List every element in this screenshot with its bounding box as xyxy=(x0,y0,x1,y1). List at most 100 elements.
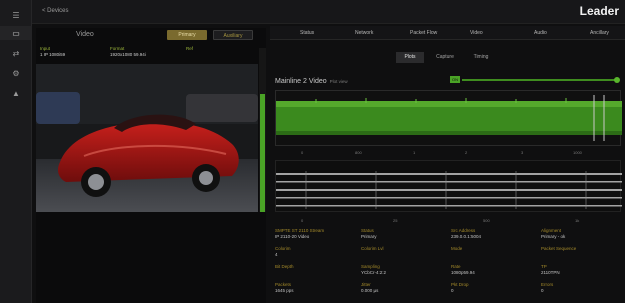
tab-ancillary[interactable]: Ancillary xyxy=(590,30,609,36)
stat-label: Mode xyxy=(451,246,463,251)
stat-value: 1645 pps xyxy=(275,288,294,293)
section-tabs: Status Network Packet Flow Video Audio A… xyxy=(270,26,625,40)
meta-label: Input xyxy=(40,46,51,51)
tab-packet-flow[interactable]: Packet Flow xyxy=(410,30,437,36)
stat-label: Sampling xyxy=(361,264,380,269)
tick-label: 500 xyxy=(483,218,490,223)
stat-value: Primary xyxy=(361,234,377,239)
subtab-timing[interactable]: Timing xyxy=(466,52,496,63)
tick-label: 1000 xyxy=(573,150,582,155)
tick-label: 1 xyxy=(413,150,416,155)
stat-value: YCbCr-4:2:2 xyxy=(361,270,387,275)
waveform-x-ticks: 0 800 1 2 3 1000 xyxy=(275,150,621,158)
level-meter-fill xyxy=(260,93,265,212)
stat-item: Packet Sequence xyxy=(541,246,576,252)
warning-icon[interactable]: ▲ xyxy=(0,86,32,100)
waveform-plot xyxy=(276,95,622,141)
meta-label: Ref xyxy=(186,46,194,51)
stat-item: Status Primary xyxy=(361,228,377,239)
stat-label: Alignment xyxy=(541,228,562,233)
timing-trace xyxy=(275,160,622,212)
stat-item: Errors 0 xyxy=(541,282,553,293)
meta-label: Format xyxy=(110,46,125,51)
tick-label: 1k xyxy=(575,218,580,223)
stat-item: Packets 1645 pps xyxy=(275,282,294,293)
trace-x-ticks: 0 25 500 1k xyxy=(275,218,621,226)
car-picture xyxy=(36,64,258,212)
tick-label: 0 xyxy=(301,150,304,155)
stat-label: Colorim Lvl xyxy=(361,246,384,251)
stat-item: Bit Depth xyxy=(275,264,294,270)
stat-item: Pkt Drop 0 xyxy=(451,282,469,293)
stream-stats: SMPTE ST 2110 Stream IP 2110-20 Video St… xyxy=(275,228,621,300)
stat-item: Src Address 239.0.0.1:5004 xyxy=(451,228,481,239)
meta-value: 1 IP 1080i59 xyxy=(40,52,66,57)
stat-item: Rate 1080p59.94 xyxy=(451,264,475,275)
stat-value: 2110TPN xyxy=(541,270,560,275)
gain-slider[interactable] xyxy=(462,77,620,83)
stat-item: SMPTE ST 2110 Stream IP 2110-20 Video xyxy=(275,228,324,239)
tick-label: 25 xyxy=(393,218,398,223)
stat-item: Colorim Lvl xyxy=(361,246,384,252)
tick-label: 3 xyxy=(521,150,524,155)
stat-item: Alignment Primary - ok xyxy=(541,228,565,239)
icon-rail: ☰ ▭ ⇄ ⚙ ▲ xyxy=(0,0,32,303)
meta-format: Format 1920x1080 59.94i xyxy=(110,46,146,57)
tick-label: 800 xyxy=(355,150,362,155)
tab-video[interactable]: Video xyxy=(470,30,483,36)
stat-label: Packets xyxy=(275,282,292,287)
enable-toggle[interactable]: ON xyxy=(450,76,460,83)
stat-label: Errors xyxy=(541,282,554,287)
video-preview xyxy=(36,64,258,212)
stat-label: SMPTE ST 2110 Stream xyxy=(275,228,325,233)
stat-label: Colorim xyxy=(275,246,291,251)
stat-label: Packet Sequence xyxy=(541,246,577,251)
settings-icon[interactable]: ⚙ xyxy=(0,66,32,80)
top-bar: < Devices Leader xyxy=(32,0,625,24)
stat-item: TP 2110TPN xyxy=(541,264,560,275)
brand-logo: Leader xyxy=(579,4,619,18)
stat-label: Bit Depth xyxy=(275,264,294,269)
meta-value: 1920x1080 59.94i xyxy=(110,52,146,57)
stat-item: Jitter 0.000 µs xyxy=(361,282,378,293)
stat-value: 0 xyxy=(451,288,454,293)
network-icon[interactable]: ⇄ xyxy=(0,46,32,60)
primary-button[interactable]: Primary xyxy=(167,30,207,40)
stat-value: 1080p59.94 xyxy=(451,270,475,275)
stat-label: Src Address xyxy=(451,228,476,233)
stat-value: Primary - ok xyxy=(541,234,566,239)
stat-label: Status xyxy=(361,228,374,233)
view-subtabs: Plots Capture Timing xyxy=(396,52,516,64)
stat-item: Sampling YCbCr-4:2:2 xyxy=(361,264,386,275)
stat-label: Rate xyxy=(451,264,461,269)
meta-input: Input 1 IP 1080i59 xyxy=(40,46,65,57)
tab-status[interactable]: Status xyxy=(300,30,314,36)
stat-value: 4 xyxy=(275,252,278,257)
tab-network[interactable]: Network xyxy=(355,30,373,36)
stat-value: 0 xyxy=(541,288,544,293)
tick-label: 0 xyxy=(301,218,304,223)
stat-item: Colorim 4 xyxy=(275,246,291,257)
waveform-title: Mainline 2 Video Plot view xyxy=(275,78,348,85)
tick-label: 2 xyxy=(465,150,468,155)
waveform-subtitle: Plot view xyxy=(329,79,348,84)
video-title: Video xyxy=(76,31,94,38)
menu-icon[interactable]: ☰ xyxy=(0,8,32,22)
slider-knob[interactable] xyxy=(614,77,620,83)
stat-value: 239.0.0.1:5004 xyxy=(451,234,482,239)
trace-plot xyxy=(276,171,622,209)
auxiliary-button[interactable]: Auxiliary xyxy=(213,30,253,40)
stat-value: 0.000 µs xyxy=(361,288,379,293)
stat-item: Mode xyxy=(451,246,462,252)
monitor-icon[interactable]: ▭ xyxy=(0,26,32,40)
back-link[interactable]: < Devices xyxy=(42,8,69,14)
tab-audio[interactable]: Audio xyxy=(534,30,547,36)
video-panel: Video Primary Auxiliary Input 1 IP 1080i… xyxy=(36,28,266,303)
level-meter xyxy=(259,48,266,212)
waveform-title-text: Mainline 2 Video xyxy=(275,78,327,85)
stat-value: IP 2110-20 Video xyxy=(275,234,310,239)
stat-label: Jitter xyxy=(361,282,371,287)
subtab-plots[interactable]: Plots xyxy=(396,52,424,63)
waveform-scope xyxy=(275,90,622,146)
subtab-capture[interactable]: Capture xyxy=(428,52,462,63)
